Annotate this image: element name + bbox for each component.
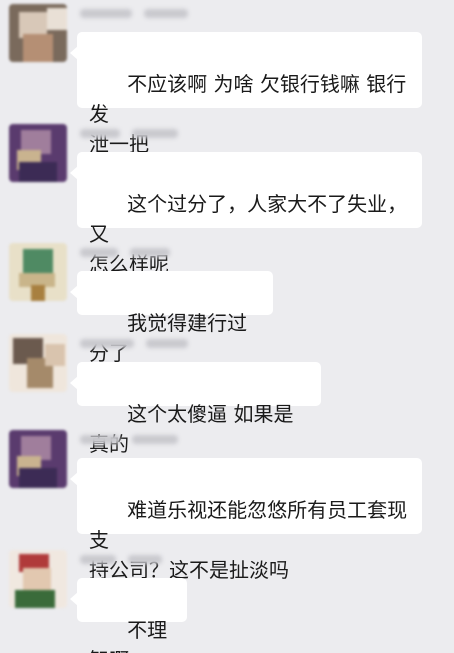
message-bubble[interactable]: 难道乐视还能忽悠所有员工套现支 持公司？这不是扯淡吗 (70, 458, 422, 582)
sender-name (80, 432, 190, 446)
message-text: 这个太傻逼 如果是真的 (89, 402, 294, 456)
avatar[interactable] (9, 430, 67, 488)
avatar[interactable] (9, 124, 67, 182)
avatar[interactable] (9, 4, 67, 62)
message-bubble[interactable]: 这个太傻逼 如果是真的 (70, 362, 321, 456)
sender-name (80, 336, 190, 350)
message-text: 这个过分了，人家大不了失业，又 怎么样呢 (89, 192, 408, 276)
message-text: 不应该啊 为啥 欠银行钱嘛 银行发 泄一把 (89, 72, 407, 156)
message-bubble[interactable]: 我觉得建行过分了 (70, 271, 273, 365)
message-text: 难道乐视还能忽悠所有员工套现支 持公司？这不是扯淡吗 (89, 498, 408, 582)
sender-name (80, 126, 190, 140)
sender-name (80, 6, 190, 20)
sender-name (80, 245, 190, 259)
message-bubble[interactable]: 不理智啊 (70, 578, 187, 653)
message-bubble[interactable]: 不应该啊 为啥 欠银行钱嘛 银行发 泄一把 (70, 32, 422, 156)
avatar[interactable] (9, 550, 67, 608)
message-text: 不理智啊 (89, 618, 168, 653)
chat-conversation: 不应该啊 为啥 欠银行钱嘛 银行发 泄一把 这个过分了，人家大不了失业，又 怎么… (0, 0, 454, 653)
avatar[interactable] (9, 334, 67, 392)
sender-name (80, 552, 190, 566)
message-bubble[interactable]: 这个过分了，人家大不了失业，又 怎么样呢 (70, 152, 422, 276)
avatar[interactable] (9, 243, 67, 301)
